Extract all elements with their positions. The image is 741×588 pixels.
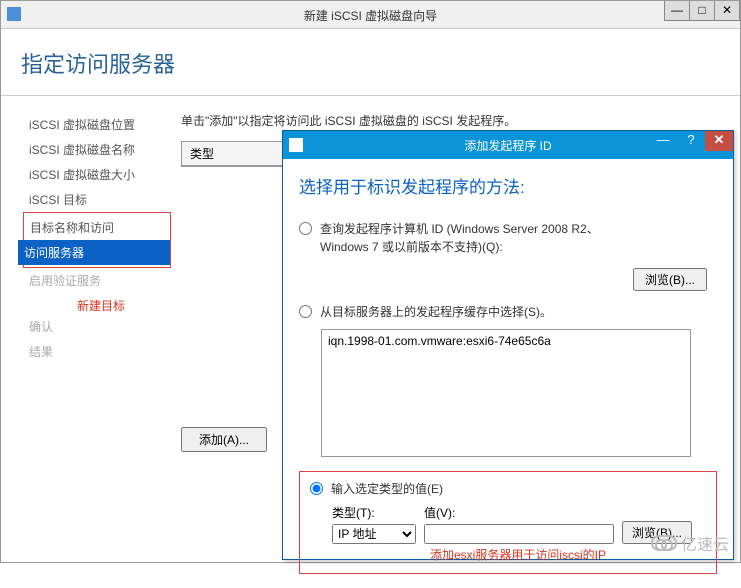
- radio-query-initiator-input[interactable]: [299, 222, 312, 235]
- sidebar-item-access-servers[interactable]: 访问服务器: [18, 240, 170, 265]
- wizard-titlebar: 新建 iSCSI 虚拟磁盘向导 — □ ✕: [1, 1, 740, 29]
- type-select[interactable]: IP 地址: [332, 524, 416, 544]
- annotation-new-target: 新建目标: [77, 297, 171, 314]
- value-label: 值(V):: [424, 504, 614, 521]
- sidebar-item-disk-size[interactable]: iSCSI 虚拟磁盘大小: [29, 162, 171, 187]
- dialog-heading: 选择用于标识发起程序的方法:: [299, 173, 717, 198]
- radio-select-from-cache-input[interactable]: [299, 305, 312, 318]
- browse-button-1[interactable]: 浏览(B)...: [633, 268, 707, 291]
- radio-select-from-cache-label: 从目标服务器上的发起程序缓存中选择(S)。: [320, 303, 552, 321]
- dialog-title: 添加发起程序 ID: [464, 137, 551, 154]
- radio-enter-value-input[interactable]: [310, 482, 323, 495]
- maximize-button[interactable]: □: [689, 1, 715, 21]
- wizard-window-controls: — □ ✕: [665, 1, 740, 21]
- initiator-cache-listbox[interactable]: iqn.1998-01.com.vmware:esxi6-74e65c6a: [321, 329, 691, 457]
- dialog-titlebar: 添加发起程序 ID — ? ✕: [283, 131, 733, 159]
- sidebar-item-disk-name[interactable]: iSCSI 虚拟磁盘名称: [29, 137, 171, 162]
- type-label: 类型(T):: [332, 504, 416, 521]
- radio-query-initiator-label: 查询发起程序计算机 ID (Windows Server 2008 R2、 Wi…: [320, 220, 599, 256]
- close-button[interactable]: ✕: [714, 1, 740, 21]
- radio-enter-value-label: 输入选定类型的值(E): [331, 480, 443, 498]
- minimize-button[interactable]: —: [664, 1, 690, 21]
- enter-value-group: 输入选定类型的值(E) 类型(T): IP 地址 值(V): 浏览(B)... …: [299, 471, 717, 574]
- sidebar-highlighted-group: 目标名称和访问 访问服务器: [23, 212, 171, 268]
- watermark-text: 亿速云: [681, 531, 729, 555]
- sidebar-item-target-name-access[interactable]: 目标名称和访问: [24, 215, 170, 240]
- list-item[interactable]: iqn.1998-01.com.vmware:esxi6-74e65c6a: [328, 334, 684, 348]
- type-field: 类型(T): IP 地址: [332, 504, 416, 544]
- dialog-app-icon: [289, 138, 303, 152]
- value-fields: 类型(T): IP 地址 值(V): 浏览(B)...: [332, 504, 706, 544]
- dialog-window: 添加发起程序 ID — ? ✕ 选择用于标识发起程序的方法: 查询发起程序计算机…: [282, 130, 734, 560]
- watermark: 亿速云: [651, 531, 729, 555]
- wizard-sidebar: iSCSI 虚拟磁盘位置 iSCSI 虚拟磁盘名称 iSCSI 虚拟磁盘大小 i…: [1, 96, 171, 452]
- dialog-body: 选择用于标识发起程序的方法: 查询发起程序计算机 ID (Windows Ser…: [283, 159, 733, 588]
- wizard-title: 新建 iSCSI 虚拟磁盘向导: [304, 7, 437, 24]
- sidebar-item-iscsi-target[interactable]: iSCSI 目标: [29, 187, 171, 212]
- wizard-instruction: 单击"添加"以指定将访问此 iSCSI 虚拟磁盘的 iSCSI 发起程序。: [181, 112, 726, 129]
- value-input[interactable]: [424, 524, 614, 544]
- radio-query-initiator[interactable]: 查询发起程序计算机 ID (Windows Server 2008 R2、 Wi…: [299, 220, 717, 256]
- watermark-icon: [651, 535, 677, 551]
- sidebar-item-disk-location[interactable]: iSCSI 虚拟磁盘位置: [29, 112, 171, 137]
- wizard-app-icon: [7, 7, 21, 21]
- sidebar-item-enable-auth: 启用验证服务: [29, 268, 171, 293]
- sidebar-item-confirm: 确认: [29, 314, 171, 339]
- add-button[interactable]: 添加(A)...: [181, 427, 267, 452]
- radio-select-from-cache[interactable]: 从目标服务器上的发起程序缓存中选择(S)。: [299, 303, 717, 321]
- dialog-close-button[interactable]: ✕: [705, 131, 733, 151]
- sidebar-item-results: 结果: [29, 339, 171, 364]
- dialog-help-button[interactable]: ?: [677, 131, 705, 151]
- value-field: 值(V):: [424, 504, 614, 544]
- radio1-text-line1: 查询发起程序计算机 ID (Windows Server 2008 R2、: [320, 222, 599, 236]
- radio-enter-value[interactable]: 输入选定类型的值(E): [310, 480, 706, 498]
- dialog-window-controls: — ? ✕: [649, 131, 733, 151]
- wizard-heading: 指定访问服务器: [1, 29, 740, 96]
- radio1-text-line2: Windows 7 或以前版本不支持)(Q):: [320, 240, 503, 254]
- dialog-minimize-button[interactable]: —: [649, 131, 677, 151]
